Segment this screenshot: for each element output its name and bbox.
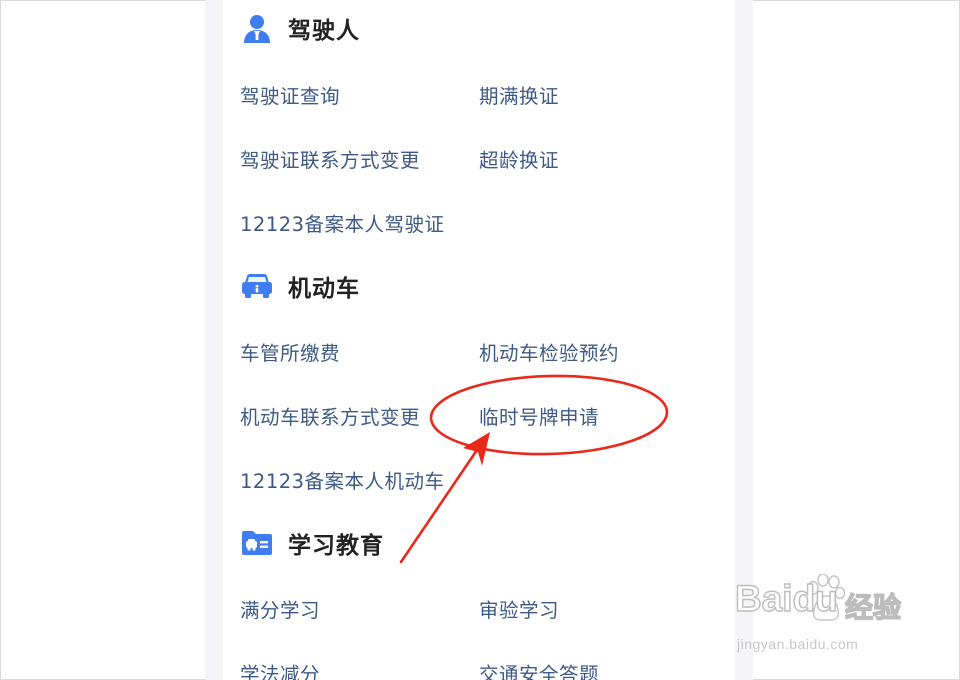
link-register-own-vehicle[interactable]: 12123备案本人机动车 [240,465,445,494]
link-dmv-payment[interactable]: 车管所缴费 [240,337,340,366]
link-full-score-study[interactable]: 满分学习 [240,594,320,623]
link-inspection-booking[interactable]: 机动车检验预约 [479,337,619,366]
link-license-query[interactable]: 驾驶证查询 [240,80,340,109]
link-review-study[interactable]: 审验学习 [479,594,559,623]
section-header-education: 学习教育 [240,523,384,563]
link-traffic-safety-quiz[interactable]: 交通安全答题 [479,658,599,680]
left-gutter [205,0,223,680]
watermark-brand: Baidu [734,577,838,619]
link-vehicle-contact-change[interactable]: 机动车联系方式变更 [240,401,420,430]
link-renew-expired[interactable]: 期满换证 [479,80,559,109]
section-title-driver: 驾驶人 [288,18,360,44]
watermark-url: jingyan.baidu.com [737,636,859,652]
link-register-own-license[interactable]: 12123备案本人驾驶证 [240,208,445,237]
section-title-vehicle: 机动车 [288,276,360,302]
link-over-age-renew[interactable]: 超龄换证 [479,144,559,173]
car-icon [240,269,274,303]
service-menu-panel: 驾驶人 驾驶证查询 期满换证 驾驶证联系方式变更 超龄换证 12123备案本人驾… [223,0,735,680]
watermark-suffix: 经验 [844,590,902,624]
baidu-jingyan-watermark: Baidu 经验 jingyan.baidu.com [734,574,915,660]
link-temporary-plate-apply[interactable]: 临时号牌申请 [479,401,599,430]
section-header-vehicle: 机动车 [240,266,360,306]
study-folder-icon [240,526,274,560]
driver-person-icon [240,11,274,45]
link-license-contact-change[interactable]: 驾驶证联系方式变更 [240,144,420,173]
link-study-reduce-points[interactable]: 学法减分 [240,658,320,680]
section-header-driver: 驾驶人 [240,8,360,48]
section-title-education: 学习教育 [288,533,384,559]
